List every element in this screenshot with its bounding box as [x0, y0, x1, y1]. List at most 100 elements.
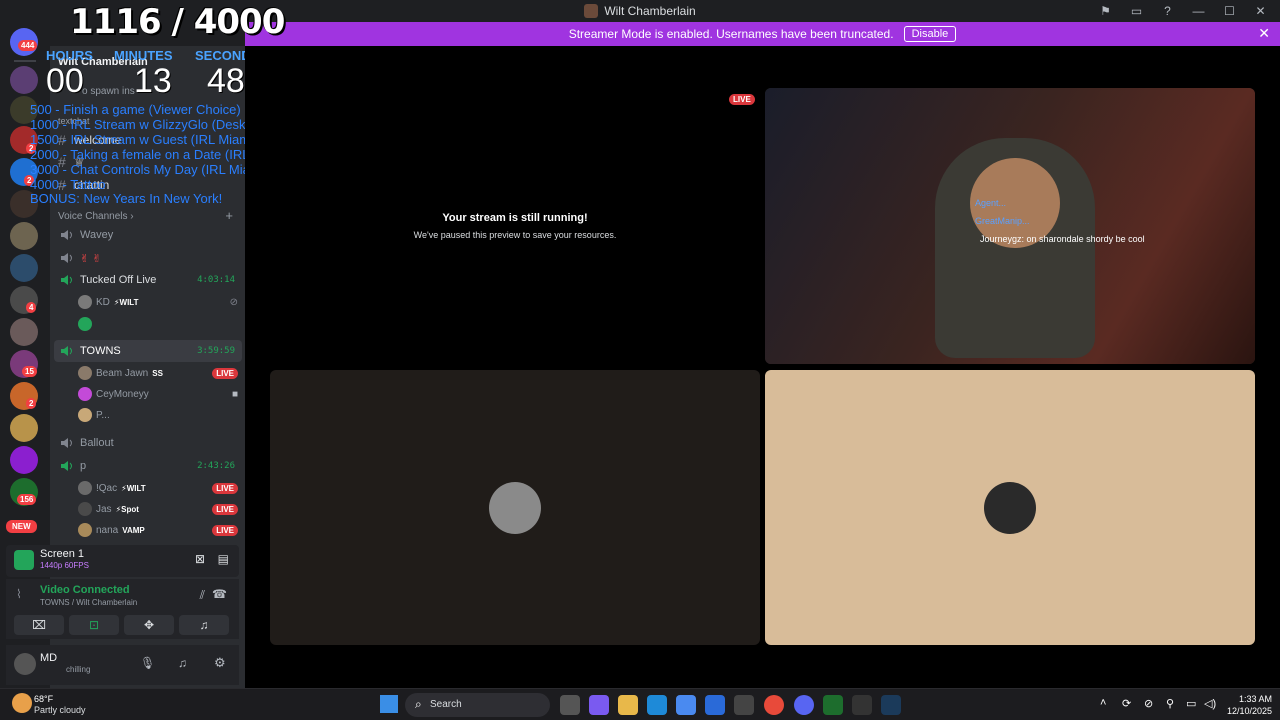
minutes-label: MINUTES — [114, 48, 173, 63]
rail-divider — [14, 60, 36, 62]
voice-user-qac[interactable]: !Qac ⚡WILT LIVE — [78, 478, 238, 498]
server-icon-7[interactable] — [10, 254, 38, 282]
close-banner-icon[interactable]: ✕ — [1258, 25, 1270, 42]
settings-gear-icon[interactable]: ⚙ — [214, 655, 226, 671]
spawn-text: o spawn ins — [82, 86, 135, 97]
user-name[interactable]: MD — [40, 652, 57, 664]
inbox-icon[interactable]: ⚑ — [1090, 4, 1121, 18]
screen-title: Screen 1 — [40, 548, 85, 560]
goal-line: 1000 - IRL Stream w GlizzyGlo (Desktop) — [30, 117, 268, 132]
tray-notification-icon[interactable]: ⊘ — [1144, 697, 1153, 710]
goal-line: 500 - Finish a game (Viewer Choice) — [30, 102, 241, 117]
tray-sync-icon[interactable]: ⟳ — [1122, 697, 1131, 710]
headphones-icon[interactable]: ♫ — [178, 656, 187, 670]
video-tile-webcam[interactable]: Agent... GreatManip... Journeygz: on sha… — [765, 88, 1255, 364]
weather-icon[interactable] — [12, 693, 32, 713]
voice-user-kd[interactable]: KD ⚡WILT ⊘ — [78, 292, 238, 312]
maximize-button[interactable]: ☐ — [1214, 4, 1245, 18]
screenshare-button[interactable]: ⊡ — [69, 615, 119, 635]
server-icon-6[interactable] — [10, 222, 38, 250]
mail-icon[interactable] — [705, 695, 725, 715]
clock-date[interactable]: 12/10/2025 — [1216, 706, 1272, 716]
excel-icon[interactable] — [823, 695, 843, 715]
voice-user-cey[interactable]: CeyMoneyy ■ — [78, 384, 238, 404]
share-settings-icon[interactable]: ▤ — [218, 552, 229, 566]
copilot-icon[interactable] — [589, 695, 609, 715]
camera-off-button[interactable]: ⌧ — [14, 615, 64, 635]
new-badge[interactable]: NEW — [6, 520, 37, 533]
chat-line: Journeygz: on sharondale shordy be cool — [980, 234, 1145, 244]
task-view-icon[interactable] — [560, 695, 580, 715]
user-name: P... — [96, 409, 110, 421]
voice-user-p[interactable]: P... — [78, 405, 238, 425]
voice-channels-header[interactable]: Voice Channels › — [58, 211, 134, 222]
tray-chevron-icon[interactable]: ˄ — [1100, 697, 1106, 709]
voice-channel-name: p — [80, 460, 87, 472]
video-tile-user-1[interactable] — [270, 370, 760, 645]
voice-user-jas[interactable]: Jas ⚡Spot LIVE — [78, 499, 238, 519]
video-tile-user-2[interactable] — [765, 370, 1255, 645]
tray-display-icon[interactable]: ▭ — [1186, 697, 1196, 710]
soundboard-button[interactable]: ♫ — [179, 615, 229, 635]
chrome-icon[interactable] — [764, 695, 784, 715]
chat-user: GreatManip... — [975, 216, 1030, 226]
voice-user-discord[interactable] — [78, 314, 238, 334]
voice-header-label: Voice Channels — [58, 211, 128, 222]
voice-user-nana[interactable]: nana VAMP LIVE — [78, 520, 238, 540]
edge-icon[interactable] — [647, 695, 667, 715]
help-icon[interactable]: ? — [1152, 4, 1183, 18]
tray-mic-icon[interactable]: ⚲ — [1166, 697, 1174, 710]
chat-text: on sharondale shordy be cool — [1026, 234, 1145, 244]
user-avatar[interactable] — [14, 653, 36, 675]
server-icon-13[interactable] — [10, 446, 38, 474]
speaker-icon — [60, 229, 74, 241]
server-badge-10: 15 — [22, 366, 37, 377]
goal-line: 4000 - Tattoo — [30, 177, 106, 192]
voice-timer: 4:03:14 — [197, 275, 235, 285]
activities-button[interactable]: ✥ — [124, 615, 174, 635]
voice-channel-towns[interactable]: TOWNS 3:59:59 — [50, 341, 245, 361]
taskbar-search[interactable]: ⌕ Search — [405, 693, 550, 717]
voice-channel-name: Wavey — [80, 229, 114, 241]
clock-time[interactable]: 1:33 AM — [1226, 694, 1272, 704]
stop-share-icon[interactable]: ⊠ — [195, 552, 205, 566]
voice-status[interactable]: Video Connected — [40, 584, 130, 596]
microphone-icon[interactable]: 🎙 — [140, 656, 155, 670]
user-tag: ⚡WILT — [121, 483, 146, 493]
voice-channel-wavey[interactable]: Wavey — [50, 225, 245, 245]
noise-suppression-icon[interactable]: ⫽ — [200, 588, 205, 603]
file-explorer-icon[interactable] — [618, 695, 638, 715]
screen-icon[interactable]: ▭ — [1121, 4, 1152, 18]
live-badge: LIVE — [212, 367, 238, 379]
add-channel-icon[interactable]: + — [225, 208, 233, 223]
voice-channel-ballout[interactable]: Ballout — [50, 433, 245, 453]
speaker-live-icon — [60, 274, 74, 286]
disconnect-icon[interactable]: ☎ — [212, 587, 227, 601]
close-window-button[interactable]: ✕ — [1245, 4, 1276, 18]
paused-subtitle: We've paused this preview to save your r… — [413, 230, 617, 240]
discord-icon[interactable] — [794, 695, 814, 715]
voice-location[interactable]: TOWNS / Wilt Chamberlain — [40, 598, 137, 607]
paused-title: Your stream is still running! — [442, 212, 588, 224]
chat-line: Agent... — [975, 198, 1006, 208]
capcut-icon[interactable] — [852, 695, 872, 715]
voice-user-beam[interactable]: Beam Jawn SS LIVE — [78, 363, 238, 383]
video-stage: LIVE Your stream is still running! We've… — [245, 46, 1280, 688]
windows-start-icon[interactable] — [380, 695, 398, 713]
app-icon[interactable] — [734, 695, 754, 715]
minimize-button[interactable]: — — [1183, 4, 1214, 18]
avatar — [78, 502, 92, 516]
server-icon-1[interactable] — [10, 66, 38, 94]
voice-channel-peace[interactable]: ✌ ✌ — [50, 248, 245, 268]
weather-temp[interactable]: 68°F — [34, 694, 53, 704]
voice-channel-p[interactable]: p 2:43:26 — [50, 456, 245, 476]
speaker-icon — [60, 437, 74, 449]
voice-channel-tucked-off-live[interactable]: Tucked Off Live 4:03:14 — [50, 270, 245, 290]
weather-desc[interactable]: Partly cloudy — [34, 705, 86, 715]
store-icon[interactable] — [676, 695, 696, 715]
server-icon-9[interactable] — [10, 318, 38, 346]
disable-streamer-button[interactable]: Disable — [903, 26, 957, 42]
server-icon-12[interactable] — [10, 414, 38, 442]
tray-volume-icon[interactable]: ◁) — [1204, 697, 1216, 710]
steam-icon[interactable] — [881, 695, 901, 715]
